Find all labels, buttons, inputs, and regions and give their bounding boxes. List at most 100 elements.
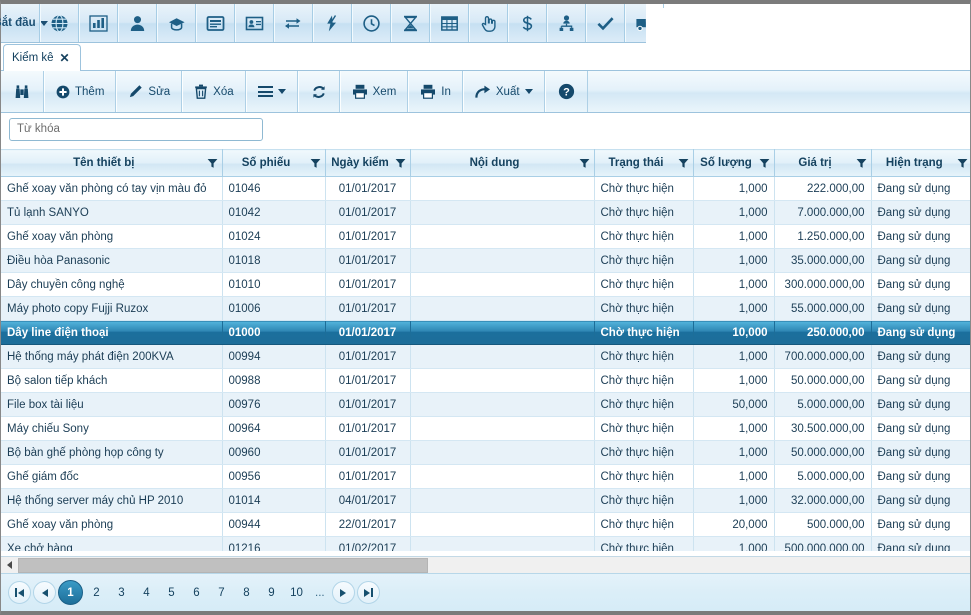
start-menu-button[interactable]: Bắt đầu bbox=[0, 4, 48, 42]
binoculars-icon bbox=[15, 84, 29, 98]
pagination-ellipsis: ... bbox=[315, 586, 325, 599]
page-button-2[interactable]: 2 bbox=[85, 581, 108, 604]
table-row[interactable]: Xe chở hàng 01216 01/02/2017 Chờ thực hiện 1… bbox=[1, 536, 970, 551]
column-header-hien-trang[interactable]: Hiện trạng bbox=[871, 149, 970, 177]
cell-ngay: 01/01/2017 bbox=[325, 224, 411, 249]
page-button-10[interactable]: 10 bbox=[285, 581, 308, 604]
horizontal-scrollbar[interactable] bbox=[1, 556, 970, 573]
cell-trangthai: Chờ thực hiện bbox=[594, 272, 694, 297]
page-button-5[interactable]: 5 bbox=[160, 581, 183, 604]
hourglass-icon-button[interactable] bbox=[391, 4, 430, 42]
column-label: Hiện trạng bbox=[885, 157, 943, 169]
table-row[interactable]: Ghế xoay văn phòng có tay vịn màu đỏ 0104… bbox=[1, 176, 970, 201]
page-button-3[interactable]: 3 bbox=[110, 581, 133, 604]
cell-hientrang: Đang sử dụng bbox=[871, 368, 970, 393]
filter-icon[interactable] bbox=[759, 158, 770, 169]
filter-icon[interactable] bbox=[310, 158, 321, 169]
filter-icon[interactable] bbox=[207, 158, 218, 169]
table-row[interactable]: Hệ thống server máy chủ HP 2010 01014 04/0… bbox=[1, 488, 970, 513]
cell-soluong: 1,000 bbox=[693, 464, 775, 489]
table-row[interactable]: Hệ thống máy phát điện 200KVA 00994 01/01/… bbox=[1, 344, 970, 369]
clock-icon-button[interactable] bbox=[352, 4, 391, 42]
scrollbar-thumb[interactable] bbox=[18, 557, 428, 573]
scroll-left-arrow[interactable] bbox=[1, 557, 18, 573]
table-row[interactable]: Ghế xoay văn phòng 00944 22/01/2017 Chờ thự… bbox=[1, 512, 970, 537]
help-button[interactable]: ? bbox=[544, 71, 588, 112]
clock-icon bbox=[363, 14, 380, 32]
edit-button[interactable]: Sửa bbox=[116, 71, 183, 112]
cell-noidung bbox=[410, 440, 595, 465]
cell-ngay: 04/01/2017 bbox=[325, 488, 411, 513]
lightning-icon-button[interactable] bbox=[313, 4, 352, 42]
hand-pointer-icon-button[interactable] bbox=[469, 4, 508, 42]
cell-giatri: 32.000.000,00 bbox=[774, 488, 872, 513]
close-icon[interactable]: ✕ bbox=[60, 52, 70, 64]
table-icon-button[interactable] bbox=[430, 4, 469, 42]
preview-button[interactable]: Xem bbox=[339, 71, 409, 112]
page-button-4[interactable]: 4 bbox=[135, 581, 158, 604]
table-row[interactable]: Máy chiếu Sony 00964 01/01/2017 Chờ thực hi… bbox=[1, 416, 970, 441]
cell-trangthai: Chờ thực hiện bbox=[594, 416, 694, 441]
column-header-so-luong[interactable]: Số lượng bbox=[693, 149, 775, 177]
filter-icon[interactable] bbox=[678, 158, 689, 169]
dollar-icon-button[interactable] bbox=[508, 4, 547, 42]
page-button-8[interactable]: 8 bbox=[235, 581, 258, 604]
page-button-7[interactable]: 7 bbox=[210, 581, 233, 604]
table-row[interactable]: Điều hòa Panasonic 01018 01/01/2017 Chờ thự… bbox=[1, 248, 970, 273]
table-row[interactable]: Dây chuyền công nghệ 01010 01/01/2017 Chờ t… bbox=[1, 272, 970, 297]
table-row[interactable]: Tủ lạnh SANYO 01042 01/01/2017 Chờ thực hiệ… bbox=[1, 200, 970, 225]
print-button[interactable]: In bbox=[408, 71, 463, 112]
prev-page-button[interactable] bbox=[33, 581, 56, 604]
table-row[interactable]: File box tài liệu 00976 01/01/2017 Chờ thực… bbox=[1, 392, 970, 417]
page-button-6[interactable]: 6 bbox=[185, 581, 208, 604]
cell-giatri: 5.000.000,00 bbox=[774, 464, 872, 489]
column-header-gia-tri[interactable]: Giá trị bbox=[774, 149, 872, 177]
globe-icon-button[interactable] bbox=[40, 4, 79, 42]
graduation-cap-icon-button[interactable] bbox=[157, 4, 196, 42]
filter-icon[interactable] bbox=[579, 158, 590, 169]
truck-icon-button[interactable] bbox=[625, 4, 664, 42]
next-page-button[interactable] bbox=[331, 581, 355, 604]
first-page-button[interactable] bbox=[8, 581, 31, 604]
table-row[interactable]: Bộ salon tiếp khách 00988 01/01/2017 Chờ th… bbox=[1, 368, 970, 393]
cell-noidung bbox=[410, 536, 595, 551]
check-icon-button[interactable] bbox=[586, 4, 625, 42]
tab-kiem-ke[interactable]: Kiểm kê ✕ bbox=[3, 44, 81, 71]
cell-noidung bbox=[410, 512, 595, 537]
column-header-trang-thai[interactable]: Trạng thái bbox=[594, 149, 694, 177]
window-icon-button[interactable] bbox=[196, 4, 235, 42]
column-header-ngay-kiem[interactable]: Ngày kiểm bbox=[325, 149, 411, 177]
transfer-icon-button[interactable] bbox=[274, 4, 313, 42]
cell-hientrang: Đang sử dụng bbox=[871, 272, 970, 297]
add-button[interactable]: Thêm bbox=[44, 71, 117, 112]
cell-trangthai: Chờ thực hiện bbox=[594, 224, 694, 249]
column-header-ten-thiet-bi[interactable]: Tên thiết bị bbox=[1, 149, 223, 177]
column-header-so-phieu[interactable]: Số phiếu bbox=[222, 149, 326, 177]
filter-icon[interactable] bbox=[957, 158, 968, 169]
table-row[interactable]: Máy photo copy Fujji Ruzox 01006 01/01/201… bbox=[1, 296, 970, 321]
search-button[interactable] bbox=[1, 71, 44, 112]
table-row[interactable]: Ghế giám đốc 00956 01/01/2017 Chờ thực hiện… bbox=[1, 464, 970, 489]
filter-icon[interactable] bbox=[395, 158, 406, 169]
table-row[interactable]: Ghế xoay văn phòng 01024 01/01/2017 Chờ thự… bbox=[1, 224, 970, 249]
org-chart-icon-button[interactable] bbox=[547, 4, 586, 42]
table-row[interactable]: Dây line điện thoại 01000 01/01/2017 Chờ th… bbox=[1, 320, 970, 345]
cell-noidung bbox=[410, 344, 595, 369]
refresh-button[interactable] bbox=[297, 71, 340, 112]
cell-giatri: 7.000.000,00 bbox=[774, 200, 872, 225]
column-header-noi-dung[interactable]: Nội dung bbox=[410, 149, 595, 177]
delete-button[interactable]: Xóa bbox=[182, 71, 246, 112]
page-button-9[interactable]: 9 bbox=[260, 581, 283, 604]
table-row[interactable]: Bộ bàn ghế phòng họp công ty 00960 01/01/2… bbox=[1, 440, 970, 465]
bar-chart-icon-button[interactable] bbox=[79, 4, 118, 42]
more-menu-button[interactable] bbox=[245, 71, 298, 112]
filter-icon[interactable] bbox=[856, 158, 867, 169]
search-input[interactable] bbox=[9, 117, 263, 141]
cell-giatri: 500.000.000,00 bbox=[774, 536, 872, 551]
page-button-1[interactable]: 1 bbox=[58, 580, 83, 605]
id-card-icon-button[interactable] bbox=[235, 4, 274, 42]
cell-ten: Máy chiếu Sony bbox=[1, 416, 223, 441]
export-button[interactable]: Xuất bbox=[462, 71, 545, 112]
person-icon-button[interactable] bbox=[118, 4, 157, 42]
last-page-button[interactable] bbox=[356, 581, 380, 604]
